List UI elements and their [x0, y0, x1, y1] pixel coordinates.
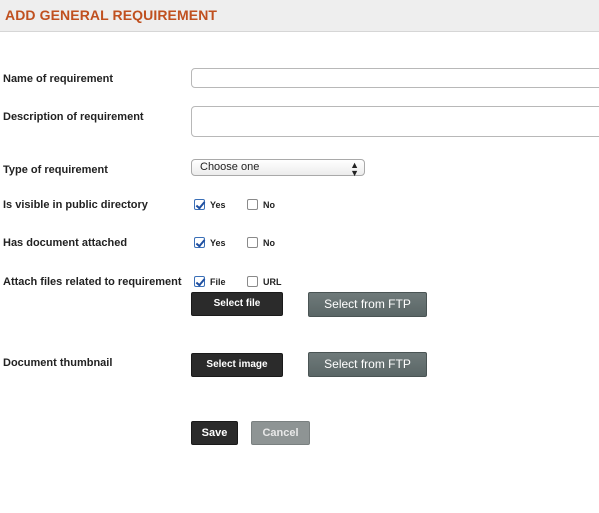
document-label: Has document attached [3, 237, 128, 249]
type-select-value: Choose one [200, 161, 260, 173]
visible-yes-checkbox[interactable] [194, 199, 205, 210]
select-from-ftp-button[interactable]: Select from FTP [308, 292, 427, 317]
visible-no-label: No [263, 200, 275, 210]
attach-label: Attach files related to requirement [3, 276, 182, 288]
thumbnail-label: Document thumbnail [3, 357, 113, 369]
attach-url-checkbox[interactable] [247, 276, 258, 287]
visible-yes-label: Yes [210, 200, 226, 210]
select-arrows-icon: ▲ ▼ [350, 160, 359, 178]
description-label: Description of requirement [3, 111, 144, 123]
cancel-button[interactable]: Cancel [251, 421, 310, 445]
thumbnail-select-from-ftp-button[interactable]: Select from FTP [308, 352, 427, 377]
document-no-checkbox[interactable] [247, 237, 258, 248]
type-label: Type of requirement [3, 164, 108, 176]
document-no-label: No [263, 238, 275, 248]
document-yes-label: Yes [210, 238, 226, 248]
page-title: ADD GENERAL REQUIREMENT [5, 7, 218, 23]
visible-no-checkbox[interactable] [247, 199, 258, 210]
page-header: ADD GENERAL REQUIREMENT [0, 0, 599, 32]
attach-file-label: File [210, 277, 226, 287]
description-textarea[interactable] [191, 106, 599, 137]
attach-url-label: URL [263, 277, 282, 287]
document-yes-checkbox[interactable] [194, 237, 205, 248]
name-input[interactable] [191, 68, 599, 88]
save-button[interactable]: Save [191, 421, 238, 445]
type-select[interactable]: Choose one ▲ ▼ [191, 159, 365, 178]
select-file-button[interactable]: Select file [191, 292, 283, 316]
name-label: Name of requirement [3, 73, 114, 85]
visible-label: Is visible in public directory [3, 199, 148, 211]
select-image-button[interactable]: Select image [191, 353, 283, 377]
attach-file-checkbox[interactable] [194, 276, 205, 287]
